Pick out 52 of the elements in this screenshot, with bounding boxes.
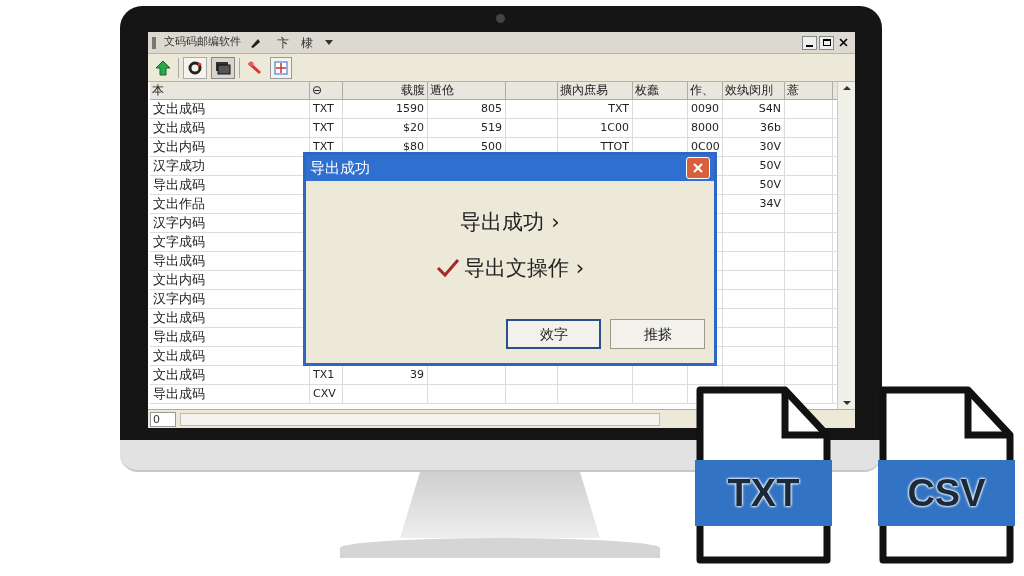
layers-icon[interactable] <box>211 56 235 79</box>
column-header[interactable]: ⊖ <box>310 82 343 99</box>
close-icon <box>839 38 848 47</box>
column-header[interactable]: 效纨闵刖 <box>723 82 785 99</box>
message-text: 导出文操作 › <box>463 254 585 282</box>
menu-item[interactable]: 卞 <box>277 33 289 52</box>
window-title: 文码码邮编软件 <box>164 34 241 51</box>
column-header[interactable]: 薏 <box>785 82 833 99</box>
camera-icon <box>496 14 505 23</box>
table-cell: $20 <box>343 119 428 137</box>
menu-item[interactable]: 棣 <box>301 33 313 52</box>
close-icon <box>692 162 704 174</box>
table-cell: 0090 <box>688 100 723 118</box>
refresh-icon[interactable] <box>183 56 207 79</box>
table-cell: 导出成码 <box>150 385 310 403</box>
table-cell: 50V <box>723 176 785 194</box>
column-header[interactable]: 载腹 <box>343 82 428 99</box>
column-header[interactable]: 作、 <box>688 82 723 99</box>
table-cell: 805 <box>428 100 506 118</box>
table-cell: CXV <box>310 385 343 403</box>
message-text: 导出成功 › <box>460 209 560 236</box>
grid-icon[interactable] <box>270 56 292 79</box>
horizontal-scrollbar[interactable] <box>180 412 660 426</box>
table-cell: 36b <box>723 119 785 137</box>
table-cell: 文出成码 <box>150 100 310 118</box>
cell-reference-field[interactable]: 0 <box>150 411 176 427</box>
dialog-button[interactable]: 效字 <box>506 319 601 349</box>
table-cell: 50V <box>723 157 785 175</box>
table-cell: 519 <box>428 119 506 137</box>
table-cell: TXT <box>310 119 343 137</box>
table-cell: S4N <box>723 100 785 118</box>
file-type-label: TXT <box>695 460 832 526</box>
table-cell: 34V <box>723 195 785 213</box>
table-cell: TXT <box>558 100 633 118</box>
table-cell: 8000 <box>688 119 723 137</box>
table-cell: 1C00 <box>558 119 633 137</box>
minimize-button[interactable] <box>802 35 817 50</box>
table-cell: 1590 <box>343 100 428 118</box>
table-cell: 文出成码 <box>150 119 310 137</box>
column-header[interactable]: 枚蠢 <box>633 82 688 99</box>
dialog-button[interactable]: 推搽 <box>610 319 705 349</box>
maximize-button[interactable] <box>819 35 834 50</box>
column-header[interactable]: 遁伧 <box>428 82 506 99</box>
column-header[interactable]: 本 <box>150 82 310 99</box>
dialog-title: 导出成功 <box>310 157 370 179</box>
table-cell: 30V <box>723 138 785 156</box>
vertical-scrollbar[interactable] <box>837 82 855 409</box>
dropdown-arrow-icon[interactable] <box>325 40 333 45</box>
table-cell: TXT <box>310 100 343 118</box>
file-type-label: CSV <box>878 460 1015 526</box>
column-header[interactable]: 擴內庶易 <box>558 82 633 99</box>
app-icon <box>152 36 156 49</box>
